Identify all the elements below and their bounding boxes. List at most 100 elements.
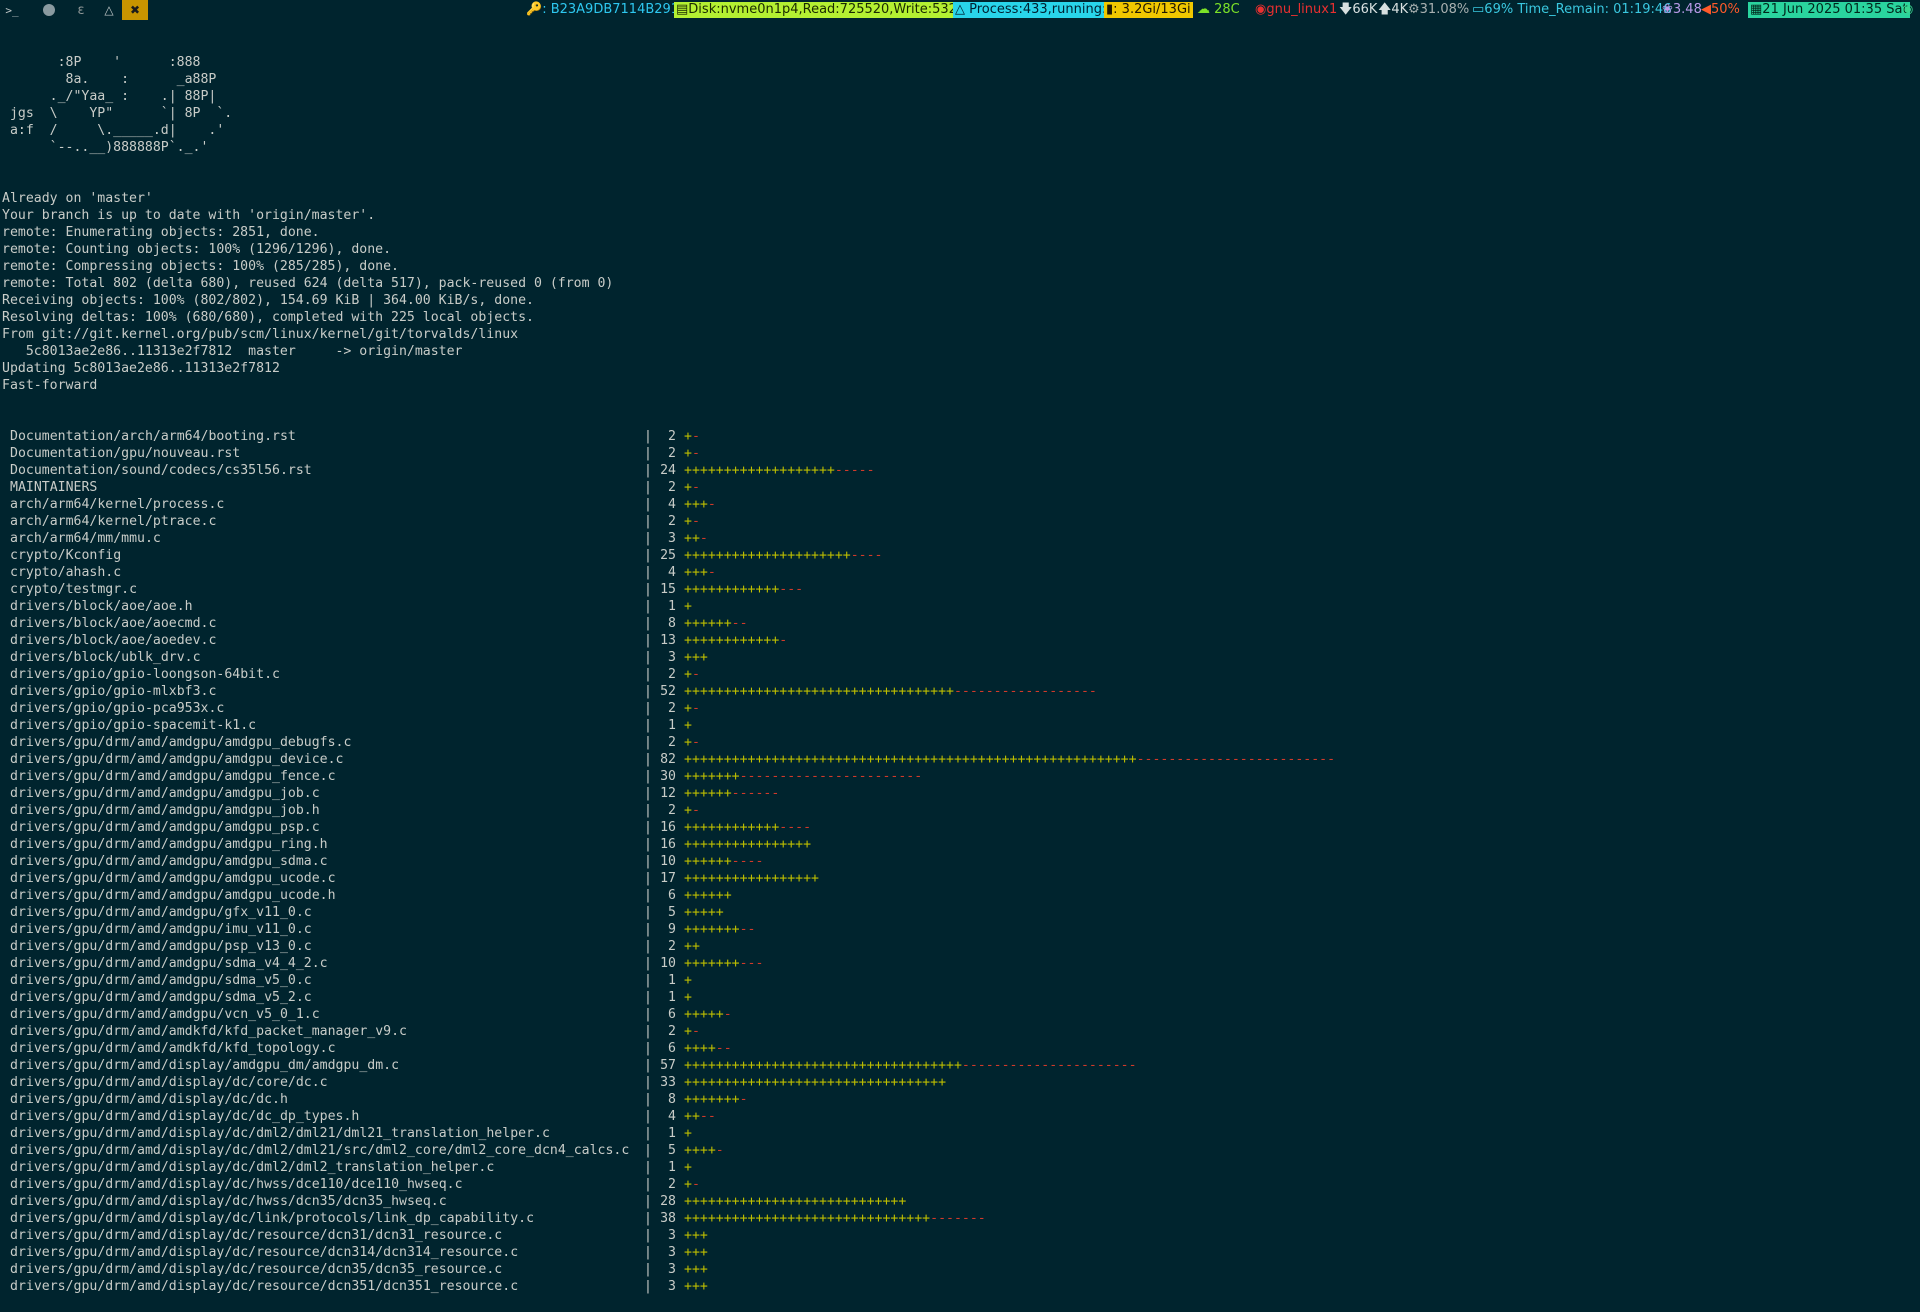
diffstat-row: MAINTAINERS | 2 +-: [2, 479, 1920, 496]
diffstat-graph: ++++++: [684, 887, 732, 904]
diffstat-row: arch/arm64/mm/mmu.c | 3 ++-: [2, 530, 1920, 547]
process-icon: △: [955, 2, 965, 17]
output-line: From git://git.kernel.org/pub/scm/linux/…: [2, 327, 519, 342]
diffstat-graph: +++++++++++++++++++++----: [684, 547, 883, 564]
diffstat-graph: ++++++++++++---: [684, 581, 803, 598]
diffstat-insertions: ++: [684, 1109, 700, 1124]
diffstat-count: 13: [660, 633, 676, 648]
diffstat-row: drivers/gpu/drm/amd/amdgpu/amdgpu_ucode.…: [2, 870, 1920, 887]
diffstat-insertions: +: [684, 514, 692, 529]
tray-icon[interactable]: ◉: [1902, 0, 1913, 20]
diffstat-count: 2: [668, 701, 676, 716]
diffstat-row: drivers/gpu/drm/amd/display/dc/dc.h | 8 +++…: [2, 1091, 1920, 1108]
diffstat-row: drivers/gpio/gpio-mlxbf3.c | 52 +++++++++++…: [2, 683, 1920, 700]
diffstat-file: MAINTAINERS: [10, 480, 98, 495]
diffstat-file: drivers/block/aoe/aoecmd.c: [10, 616, 217, 631]
workspace-terminal[interactable]: >_: [0, 0, 24, 20]
diffstat-graph: +++++++++++++++++++++++++++++++++++-----…: [684, 1057, 1137, 1074]
diffstat-insertions: +: [684, 446, 692, 461]
diffstat-graph: +: [684, 972, 692, 989]
diffstat-deletions: -: [691, 1177, 700, 1192]
diffstat-deletions: -: [739, 1092, 748, 1107]
diffstat-graph: +-: [684, 734, 700, 751]
workspace-emacs[interactable]: ε: [70, 0, 92, 20]
diffstat-row: drivers/gpu/drm/amd/amdgpu/amdgpu_ring.h…: [2, 836, 1920, 853]
diffstat-deletions: ----------------------: [961, 1058, 1137, 1073]
diffstat-file: drivers/gpu/drm/amd/amdgpu/sdma_v4_4_2.c: [10, 956, 328, 971]
output-line: Fast-forward: [2, 378, 98, 393]
diffstat-count: 1: [668, 990, 676, 1005]
diffstat-count: 33: [660, 1075, 676, 1090]
output-line: Your branch is up to date with 'origin/m…: [2, 208, 376, 223]
diffstat-deletions: -: [723, 1007, 732, 1022]
diffstat-file: Documentation/sound/codecs/cs35l56.rst: [10, 463, 312, 478]
diffstat-file: drivers/gpu/drm/amd/amdgpu/amdgpu_ring.h: [10, 837, 328, 852]
diffstat-separator: |: [644, 1058, 652, 1073]
terminal[interactable]: :8P ' :888 8a. : _a88P ._/"Yaa_ : .| 88P…: [2, 20, 1920, 1312]
diffstat-deletions: -: [691, 514, 700, 529]
diffstat-file: drivers/gpio/gpio-spacemit-k1.c: [10, 718, 257, 733]
diffstat-deletions: -------------------------: [1136, 752, 1336, 767]
diffstat-row: drivers/gpu/drm/amd/amdkfd/kfd_packet_ma…: [2, 1023, 1920, 1040]
diffstat-graph: +++++++-----------------------: [684, 768, 922, 785]
diffstat-deletions: -: [691, 667, 700, 682]
diffstat-deletions: -: [691, 735, 700, 750]
diffstat-file: drivers/gpu/drm/amd/amdgpu/amdgpu_psp.c: [10, 820, 320, 835]
diffstat-graph: +++++++--: [684, 921, 755, 938]
diffstat-separator: |: [644, 497, 652, 512]
diffstat-graph: +: [684, 598, 692, 615]
diffstat-count: 10: [660, 956, 676, 971]
diffstat-count: 4: [668, 1109, 676, 1124]
diffstat-row: drivers/gpu/drm/amd/display/dc/link/prot…: [2, 1210, 1920, 1227]
diffstat-count: 28: [660, 1194, 676, 1209]
calendar-icon: ▦: [1750, 2, 1763, 17]
diffstat-count: 2: [668, 735, 676, 750]
diffstat-row: drivers/gpu/drm/amd/amdkfd/kfd_topology.…: [2, 1040, 1920, 1057]
diffstat-deletions: ---: [739, 956, 764, 971]
diffstat-graph: +-: [684, 1176, 700, 1193]
diffstat-count: 3: [668, 1245, 676, 1260]
diffstat-separator: |: [644, 803, 652, 818]
diffstat-count: 1: [668, 599, 676, 614]
diffstat-row: crypto/testmgr.c | 15 ++++++++++++---: [2, 581, 1920, 598]
diffstat-row: drivers/gpu/drm/amd/amdgpu/amdgpu_job.c |…: [2, 785, 1920, 802]
diffstat-separator: |: [644, 463, 652, 478]
process-status: △ Process:433,running:3: [953, 2, 1117, 18]
diffstat-count: 2: [668, 667, 676, 682]
diffstat-insertions: +++: [684, 650, 708, 665]
diffstat-file: drivers/gpu/drm/amd/amdgpu/psp_v13_0.c: [10, 939, 312, 954]
diffstat-separator: |: [644, 820, 652, 835]
diffstat-graph: ++-: [684, 530, 708, 547]
diffstat-separator: |: [644, 650, 652, 665]
diffstat-row: drivers/gpu/drm/amd/display/dc/resource/…: [2, 1261, 1920, 1278]
diffstat-graph: ++++-: [684, 1142, 724, 1159]
diffstat-deletions: ---: [779, 582, 804, 597]
diffstat-file: drivers/gpu/drm/amd/amdgpu/amdgpu_fence.…: [10, 769, 336, 784]
workspace-browser[interactable]: [38, 0, 60, 20]
workspace-tools[interactable]: ✖: [122, 0, 148, 20]
diffstat-deletions: -: [691, 701, 700, 716]
workspace-linux[interactable]: △: [98, 0, 120, 20]
diffstat-count: 8: [668, 616, 676, 631]
diffstat-row: drivers/gpu/drm/amd/amdgpu/amdgpu_sdma.c…: [2, 853, 1920, 870]
output-line: 5c8013ae2e86..11313e2f7812 master -> ori…: [2, 344, 463, 359]
diffstat-insertions: +++: [684, 1245, 708, 1260]
diffstat-file: drivers/gpu/drm/amd/amdgpu/amdgpu_debugf…: [10, 735, 352, 750]
diffstat-insertions: ++++++: [684, 786, 732, 801]
diffstat-count: 1: [668, 1160, 676, 1175]
diffstat-file: drivers/gpu/drm/amd/display/dc/resource/…: [10, 1245, 519, 1260]
emacs-icon: ε: [77, 2, 85, 18]
load-status: ❀3.48: [1662, 2, 1702, 17]
diffstat-insertions: +++++: [684, 1007, 724, 1022]
diffstat-insertions: +++++++++++++++++++++++++++++++++: [684, 1075, 947, 1090]
diffstat-separator: |: [644, 786, 652, 801]
diffstat-insertions: +++++++++++++++++++++++++++++++: [684, 1211, 931, 1226]
diffstat-graph: +++++++++++++++++++++++++++++++++: [684, 1074, 946, 1091]
diffstat-graph: ++++++--: [684, 615, 748, 632]
terminal-icon: >_: [5, 3, 19, 17]
diffstat-row: drivers/gpu/drm/amd/amdgpu/sdma_v4_4_2.c…: [2, 955, 1920, 972]
diffstat-graph: +++: [684, 649, 708, 666]
diffstat-row: drivers/gpu/drm/amd/display/dc/resource/…: [2, 1278, 1920, 1295]
diffstat-file: crypto/testmgr.c: [10, 582, 138, 597]
diffstat-graph: +++: [684, 1244, 708, 1261]
